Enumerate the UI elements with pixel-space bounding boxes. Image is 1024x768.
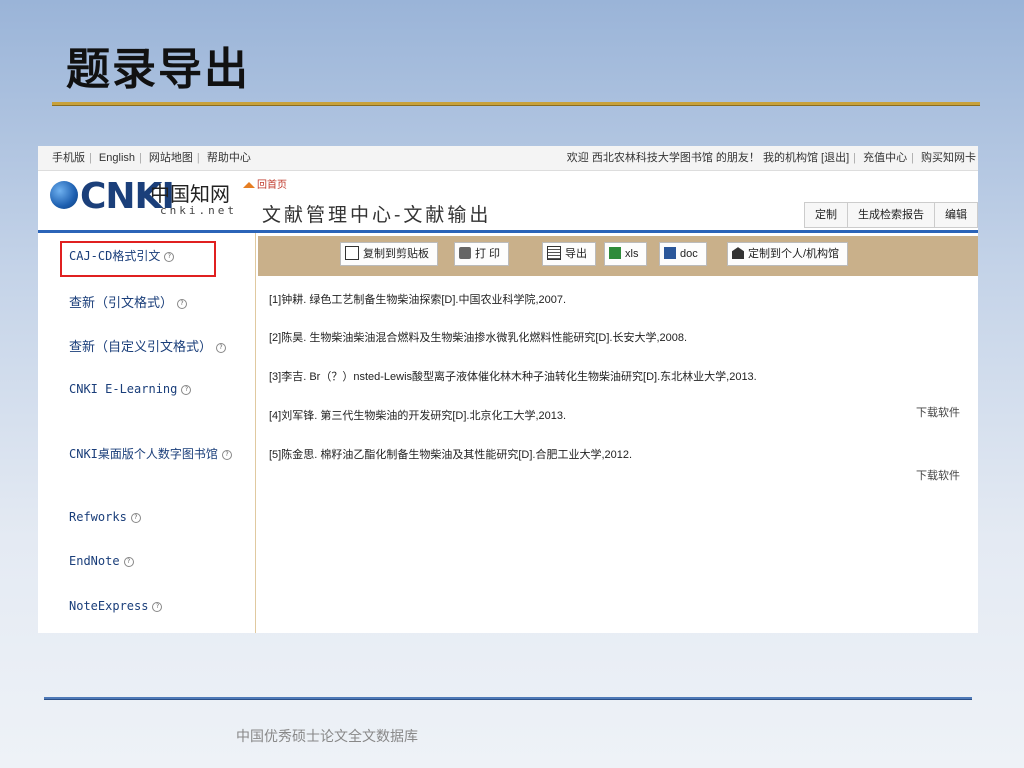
citation-item: [1]钟耕. 绿色工艺制备生物柴油探索[D].中国农业科学院,2007.: [269, 294, 567, 306]
copy-clipboard-button[interactable]: 复制到剪贴板: [340, 242, 438, 266]
tab-customize[interactable]: 定制: [805, 203, 848, 227]
xls-button[interactable]: xls: [604, 242, 648, 266]
link-recharge[interactable]: 充值中心: [863, 152, 907, 164]
link-sitemap[interactable]: 网站地图: [149, 152, 193, 164]
home-icon: [243, 182, 255, 189]
header-tabs: 定制 生成检索报告 编辑: [804, 202, 978, 228]
link-buy-card[interactable]: 购买知网卡: [921, 152, 976, 164]
citation-item: [5]陈金思. 棉籽油乙酯化制备生物柴油及其性能研究[D].合肥工业大学,201…: [269, 449, 633, 461]
sidebar-item-refworks[interactable]: Refworks?: [69, 510, 141, 524]
sidebar-item-elearning[interactable]: CNKI E-Learning?: [69, 382, 192, 396]
help-icon[interactable]: ?: [181, 384, 192, 395]
link-help[interactable]: 帮助中心: [207, 152, 251, 164]
sidebar-item-novelty-custom[interactable]: 查新（自定义引文格式）?: [69, 336, 227, 355]
help-icon[interactable]: ?: [164, 251, 175, 262]
help-icon[interactable]: ?: [130, 512, 141, 523]
export-icon: [547, 246, 561, 261]
citation-item: [4]刘军锋. 第三代生物柴油的开发研究[D].北京化工大学,2013.: [269, 410, 567, 422]
clipboard-icon: [345, 246, 359, 261]
logo-chinese: 中国知网: [150, 182, 230, 206]
citation-item: [2]陈昊. 生物柴油柴油混合燃料及生物柴油掺水微乳化燃料性能研究[D].长安大…: [269, 332, 688, 344]
sidebar-item-noteexpress[interactable]: NoteExpress?: [69, 599, 163, 613]
page-title: 文献管理中心-文献输出: [262, 204, 492, 226]
customize-library-button[interactable]: 定制到个人/机构馆: [727, 242, 849, 266]
sidebar-item-desktop-library[interactable]: CNKI桌面版个人数字图书馆?: [69, 445, 232, 462]
tab-edit[interactable]: 编辑: [935, 203, 978, 227]
download-software-link[interactable]: 下载软件: [916, 467, 960, 483]
help-icon[interactable]: ?: [221, 449, 232, 460]
welcome-text: 欢迎 西北农林科技大学图书馆 的朋友！: [566, 152, 760, 164]
logo-domain: cnki.net: [160, 204, 237, 217]
help-icon[interactable]: ?: [152, 601, 163, 612]
slide-title: 题录导出: [66, 44, 250, 95]
tab-report[interactable]: 生成检索报告: [848, 203, 935, 227]
citation-item: [3]李吉. Br（？）nsted-Lewis酸型离子液体催化林木种子油转化生物…: [269, 371, 757, 383]
sidebar-item-endnote[interactable]: EndNote?: [69, 554, 134, 568]
home-link[interactable]: 回首页: [243, 176, 287, 191]
sidebar-item-novelty[interactable]: 查新（引文格式）?: [69, 292, 188, 311]
excel-icon: [609, 247, 621, 260]
link-mobile[interactable]: 手机版: [52, 152, 85, 164]
help-icon[interactable]: ?: [123, 556, 134, 567]
footer-divider: [44, 697, 972, 699]
globe-icon: [50, 181, 78, 209]
printer-icon: [459, 247, 471, 260]
cnki-screenshot: 手机版 | English | 网站地图 | 帮助中心 欢迎 西北农林科技大学图书馆 …: [38, 146, 978, 633]
title-divider: [52, 102, 980, 105]
link-logout[interactable]: [退出]: [821, 152, 849, 164]
institution-icon: [732, 247, 744, 260]
export-button[interactable]: 导出: [542, 242, 596, 266]
cnki-logo[interactable]: CNKI 中国知网 cnki.net: [50, 176, 255, 220]
slide-footer: 中国优秀硕士论文全文数据库: [236, 729, 418, 745]
help-icon[interactable]: ?: [216, 342, 227, 353]
export-toolbar: 复制到剪贴板 打 印 导出 xls doc 定制到个人/机构馆: [258, 236, 978, 276]
sidebar-item-caj[interactable]: CAJ-CD格式引文?: [69, 247, 175, 264]
top-links: 手机版 | English | 网站地图 | 帮助中心: [52, 152, 251, 164]
top-bar: 手机版 | English | 网站地图 | 帮助中心 欢迎 西北农林科技大学图书馆 …: [38, 146, 978, 171]
help-icon[interactable]: ?: [177, 298, 188, 309]
link-my-library[interactable]: 我的机构馆: [763, 152, 818, 164]
doc-button[interactable]: doc: [659, 242, 707, 266]
user-links: 欢迎 西北农林科技大学图书馆 的朋友！ 我的机构馆 [退出] | 充值中心 | 购买…: [566, 152, 976, 164]
print-button[interactable]: 打 印: [454, 242, 510, 266]
save-icon: [664, 247, 676, 260]
link-english[interactable]: English: [99, 152, 135, 164]
download-software-link[interactable]: 下载软件: [916, 404, 960, 420]
